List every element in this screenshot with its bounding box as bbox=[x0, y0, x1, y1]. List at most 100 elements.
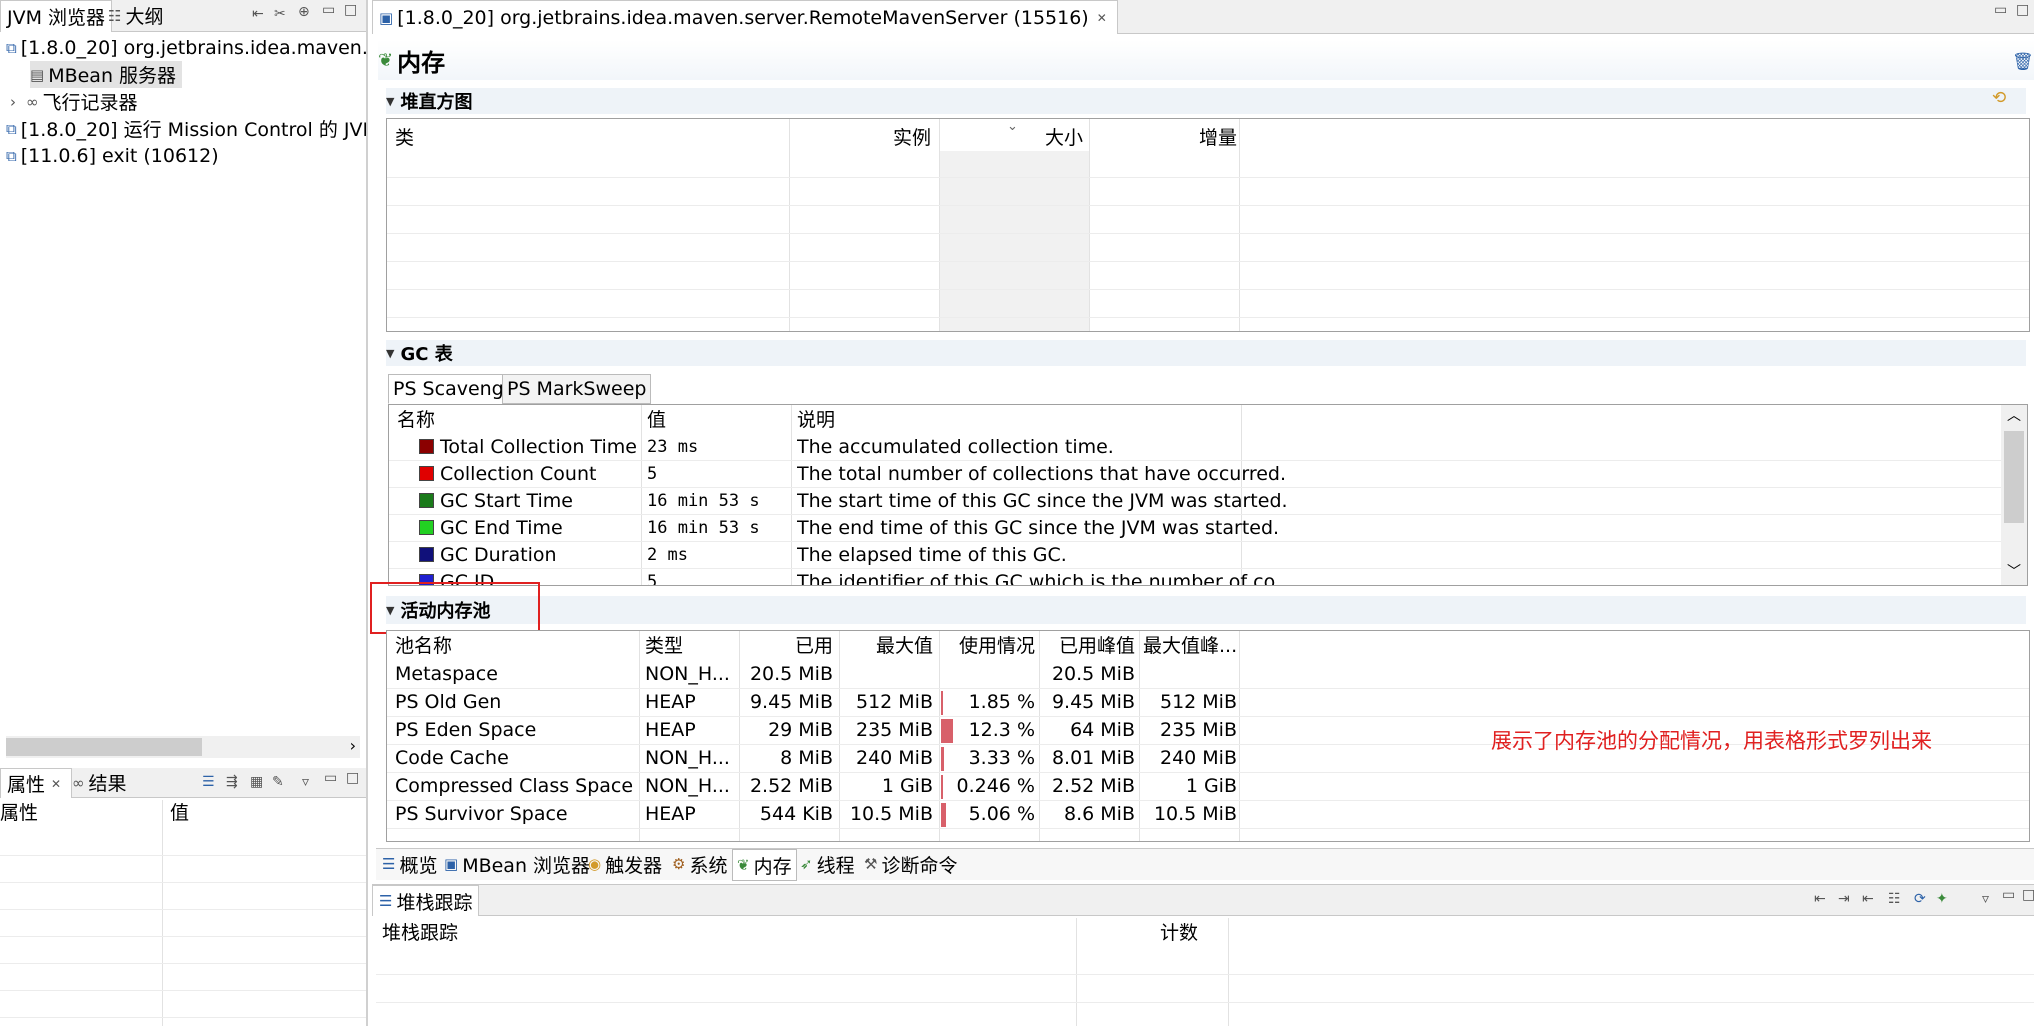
scrollbar-thumb[interactable] bbox=[6, 738, 202, 756]
tab-threads[interactable]: ➶ 线程 bbox=[796, 849, 859, 879]
collapse-icon[interactable]: ⇤ bbox=[252, 6, 264, 22]
pool-usage-cell: 3.33 % bbox=[968, 747, 1035, 769]
tree-mode-icon[interactable]: ☷ bbox=[1888, 891, 1901, 907]
minimize-icon[interactable]: ▭ bbox=[322, 2, 335, 18]
column-header-usage[interactable]: 使用情况 bbox=[943, 633, 1035, 660]
tab-remote-maven-server[interactable]: ▣ [1.8.0_20] org.jetbrains.idea.maven.se… bbox=[372, 0, 1118, 34]
minimize-icon[interactable]: ▭ bbox=[2002, 887, 2015, 903]
gc-row-description: The start time of this GC since the JVM … bbox=[797, 490, 1288, 512]
column-header-peak-max[interactable]: 最大值峰... bbox=[1143, 633, 1237, 660]
column-header-value[interactable]: 值 bbox=[170, 800, 189, 827]
row-divider bbox=[0, 909, 366, 910]
tree-item-mbean-server[interactable]: ▤ MBean 服务器 bbox=[30, 61, 183, 88]
subtab-ps-marksweep[interactable]: PS MarkSweep bbox=[502, 374, 652, 404]
minimize-icon[interactable]: ▭ bbox=[324, 770, 337, 786]
minimize-icon[interactable]: ▭ bbox=[1994, 2, 2007, 18]
tree-item-exit[interactable]: ⧉ [11.0.6] exit (10612) bbox=[6, 142, 219, 169]
row-divider bbox=[387, 828, 2029, 829]
pool-peak-used-cell: 9.45 MiB bbox=[1051, 691, 1135, 713]
column-header-stack-trace[interactable]: 堆栈跟踪 bbox=[382, 920, 458, 947]
pool-peak-max-cell: 10.5 MiB bbox=[1153, 803, 1237, 825]
column-header-delta[interactable]: 增量 bbox=[1095, 125, 1237, 152]
disconnect-icon[interactable]: ✂ bbox=[274, 6, 286, 22]
pin-icon[interactable]: ✦ bbox=[1936, 891, 1948, 907]
heap-section-header[interactable]: ▼ 堆直方图 bbox=[386, 88, 2026, 114]
gc-section-header[interactable]: ▼ GC 表 bbox=[386, 340, 2026, 366]
tab-system[interactable]: ⚙ 系统 bbox=[668, 849, 731, 879]
step-icon[interactable]: ⇤ bbox=[1814, 891, 1826, 907]
sorted-column-bg bbox=[939, 151, 1089, 331]
scroll-right-icon[interactable]: › bbox=[350, 736, 356, 755]
tab-properties[interactable]: 属性 ✕ bbox=[0, 768, 73, 798]
column-header-class[interactable]: 类 bbox=[395, 125, 414, 152]
maximize-icon[interactable]: □ bbox=[344, 2, 357, 18]
tab-memory[interactable]: ❦ 内存 bbox=[732, 849, 797, 881]
view-menu-icon[interactable]: ▿ bbox=[1982, 891, 1989, 907]
column-header-max[interactable]: 最大值 bbox=[841, 633, 933, 660]
column-header-type[interactable]: 类型 bbox=[645, 633, 683, 660]
page-tabs: ☰ 概览 ▣ MBean 浏览器 ◉ 触发器 ⚙ 系统 ❦ 内存 ➶ 线程 ⚒ 诊断命令 bbox=[376, 848, 2034, 881]
chevron-right-icon[interactable]: › bbox=[10, 93, 16, 111]
new-connection-icon[interactable]: ⊕ bbox=[298, 4, 310, 20]
column-header-property[interactable]: 属性 bbox=[0, 800, 38, 827]
tab-triggers[interactable]: ◉ 触发器 bbox=[584, 849, 666, 879]
table-icon[interactable]: ▦ bbox=[250, 774, 263, 790]
tab-diagnostic-commands[interactable]: ⚒ 诊断命令 bbox=[860, 849, 961, 879]
tree-mode-icon[interactable]: ☰ bbox=[202, 774, 215, 790]
filter-icon[interactable]: ⇶ bbox=[226, 774, 238, 790]
gc-trash-icon[interactable]: 🗑 bbox=[2012, 52, 2034, 72]
expand-toggle-icon[interactable]: ▼ bbox=[386, 95, 394, 108]
vertical-scrollbar[interactable]: ︿ ﹀ bbox=[2001, 405, 2027, 585]
mbean-icon: ▣ bbox=[444, 855, 459, 873]
refresh-icon[interactable]: ⟲ bbox=[1992, 88, 2006, 108]
refresh-icon[interactable]: ⟳ bbox=[1914, 891, 1926, 907]
highlight-box bbox=[370, 582, 540, 634]
column-header-description[interactable]: 说明 bbox=[797, 407, 835, 434]
overview-icon: ☰ bbox=[382, 855, 396, 873]
column-header-name[interactable]: 名称 bbox=[397, 407, 435, 434]
scroll-down-icon[interactable]: ﹀ bbox=[2007, 561, 2021, 581]
step-icon[interactable]: ⇤ bbox=[1862, 891, 1874, 907]
pools-section-header[interactable]: ▼ 活动内存池 bbox=[386, 596, 2026, 624]
tab-results[interactable]: ∞ 结果 bbox=[66, 768, 133, 797]
view-menu-icon[interactable]: ▿ bbox=[302, 774, 309, 790]
column-header-value[interactable]: 值 bbox=[647, 407, 666, 434]
tree-item-flight-recorder[interactable]: › ∞ 飞行记录器 bbox=[10, 88, 138, 115]
maximize-icon[interactable]: □ bbox=[2016, 2, 2029, 18]
tab-overview[interactable]: ☰ 概览 bbox=[378, 849, 441, 879]
column-header-size[interactable]: 大小 bbox=[947, 125, 1083, 152]
gc-row-description: The total number of collections that hav… bbox=[797, 463, 1287, 485]
gc-row-description: The end time of this GC since the JVM wa… bbox=[797, 517, 1280, 539]
edit-icon[interactable]: ✎ bbox=[272, 774, 284, 790]
column-header-count[interactable]: 计数 bbox=[1076, 920, 1198, 947]
close-icon[interactable]: ✕ bbox=[51, 777, 61, 791]
properties-table: 属性 值 bbox=[0, 800, 366, 1026]
close-icon[interactable]: ✕ bbox=[1097, 11, 1107, 25]
column-header-pool-name[interactable]: 池名称 bbox=[395, 633, 452, 660]
tab-jvm-browser[interactable]: JVM 浏览器 bbox=[0, 0, 113, 32]
row-divider bbox=[389, 460, 2001, 461]
gc-row-value: 16 min 53 s bbox=[647, 518, 760, 538]
step-icon[interactable]: ⇥ bbox=[1838, 891, 1850, 907]
column-header-peak-used[interactable]: 已用峰值 bbox=[1043, 633, 1135, 660]
gc-row-value: 5 bbox=[647, 464, 658, 484]
tree-item-maven-server[interactable]: ⧉ [1.8.0_20] org.jetbrains.idea.maven.se… bbox=[6, 34, 368, 61]
memory-icon: ❦ bbox=[378, 49, 394, 71]
pool-name-cell: PS Survivor Space bbox=[395, 803, 568, 825]
tab-stack-trace[interactable]: ☰ 堆栈跟踪 bbox=[372, 885, 480, 916]
tree-item-mission-control-jvm[interactable]: ⧉ [1.8.0_20] 运行 Mission Control 的 JVM bbox=[6, 115, 368, 142]
maximize-icon[interactable]: □ bbox=[2022, 887, 2034, 903]
column-header-used[interactable]: 已用 bbox=[741, 633, 833, 660]
column-header-instances[interactable]: 实例 bbox=[791, 125, 931, 152]
pool-annotation: 展示了内存池的分配情况，用表格形式罗列出来 bbox=[1491, 729, 1932, 753]
scrollbar-thumb[interactable] bbox=[2004, 431, 2024, 523]
tab-outline[interactable]: ☷ 大纲 bbox=[102, 0, 169, 31]
maximize-icon[interactable]: □ bbox=[346, 770, 359, 786]
column-divider bbox=[839, 631, 840, 841]
horizontal-scrollbar[interactable]: › bbox=[6, 736, 360, 758]
gc-row-name: Total Collection Time bbox=[419, 434, 637, 461]
subtab-ps-scavenge[interactable]: PS Scavenge bbox=[388, 374, 521, 404]
tab-mbean-browser[interactable]: ▣ MBean 浏览器 bbox=[440, 849, 594, 879]
scroll-up-icon[interactable]: ︿ bbox=[2007, 405, 2021, 425]
expand-toggle-icon[interactable]: ▼ bbox=[386, 347, 394, 360]
